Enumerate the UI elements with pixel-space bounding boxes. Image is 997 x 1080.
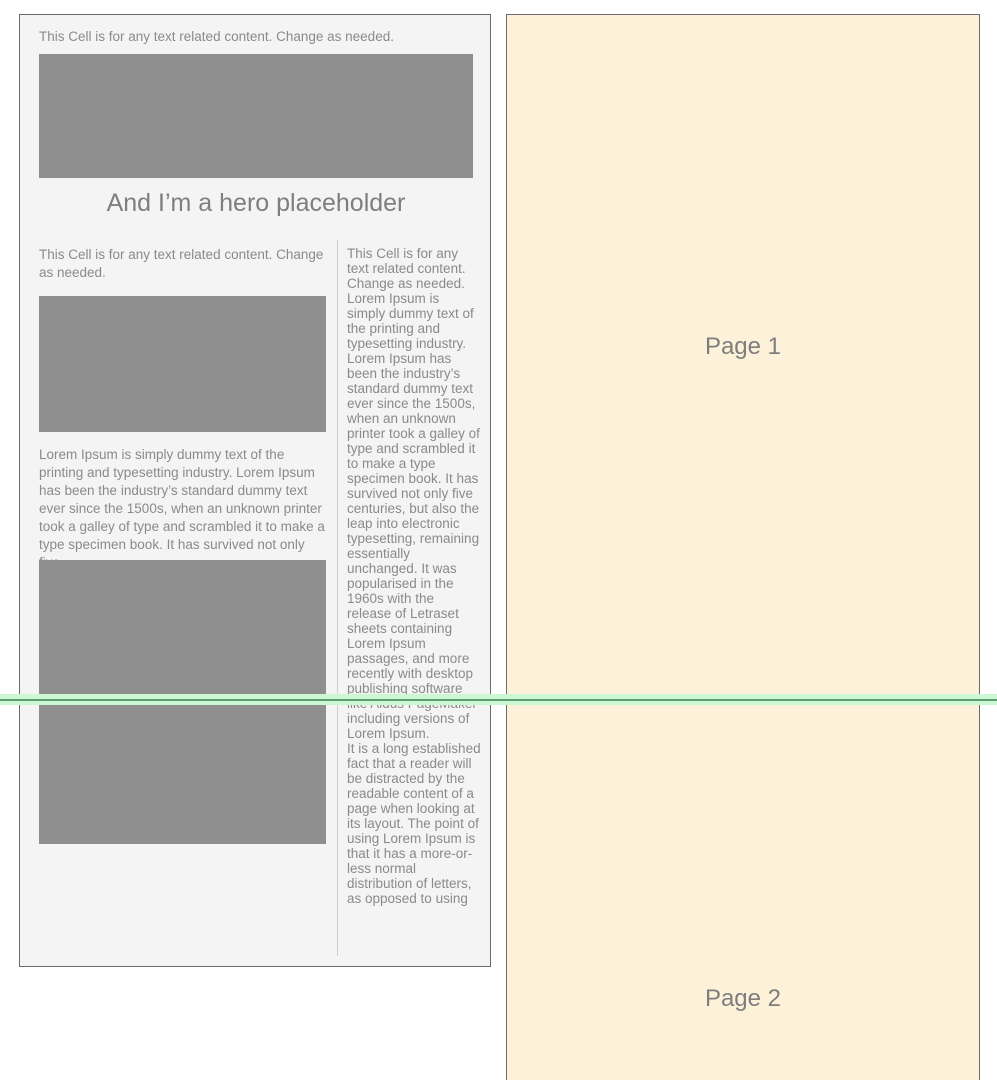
page-2-label: Page 2	[704, 985, 782, 1012]
page-sheet-1[interactable]: Page 1	[507, 15, 979, 701]
hero-image-placeholder[interactable]	[39, 54, 473, 178]
left-column-image-placeholder-1[interactable]	[39, 296, 326, 432]
two-column-region: This Cell is for any text related conten…	[20, 230, 490, 966]
page-sheet-2[interactable]: Page 2	[507, 701, 979, 1080]
editor-panel[interactable]: This Cell is for any text related conten…	[19, 14, 491, 967]
top-cell-text[interactable]: This Cell is for any text related conten…	[39, 28, 469, 46]
column-divider	[337, 240, 338, 956]
page-1-label: Page 1	[704, 333, 782, 360]
left-column-cell-text[interactable]: This Cell is for any text related conten…	[39, 246, 329, 282]
left-column-image-placeholder-2[interactable]	[39, 560, 326, 844]
hero-title[interactable]: And I’m a hero placeholder	[20, 188, 490, 218]
right-column-text[interactable]: This Cell is for any text related conten…	[347, 246, 481, 906]
page-preview-panel[interactable]: Page 1 Page 2	[506, 14, 980, 1080]
left-column-lorem-text[interactable]: Lorem Ipsum is simply dummy text of the …	[39, 446, 329, 572]
